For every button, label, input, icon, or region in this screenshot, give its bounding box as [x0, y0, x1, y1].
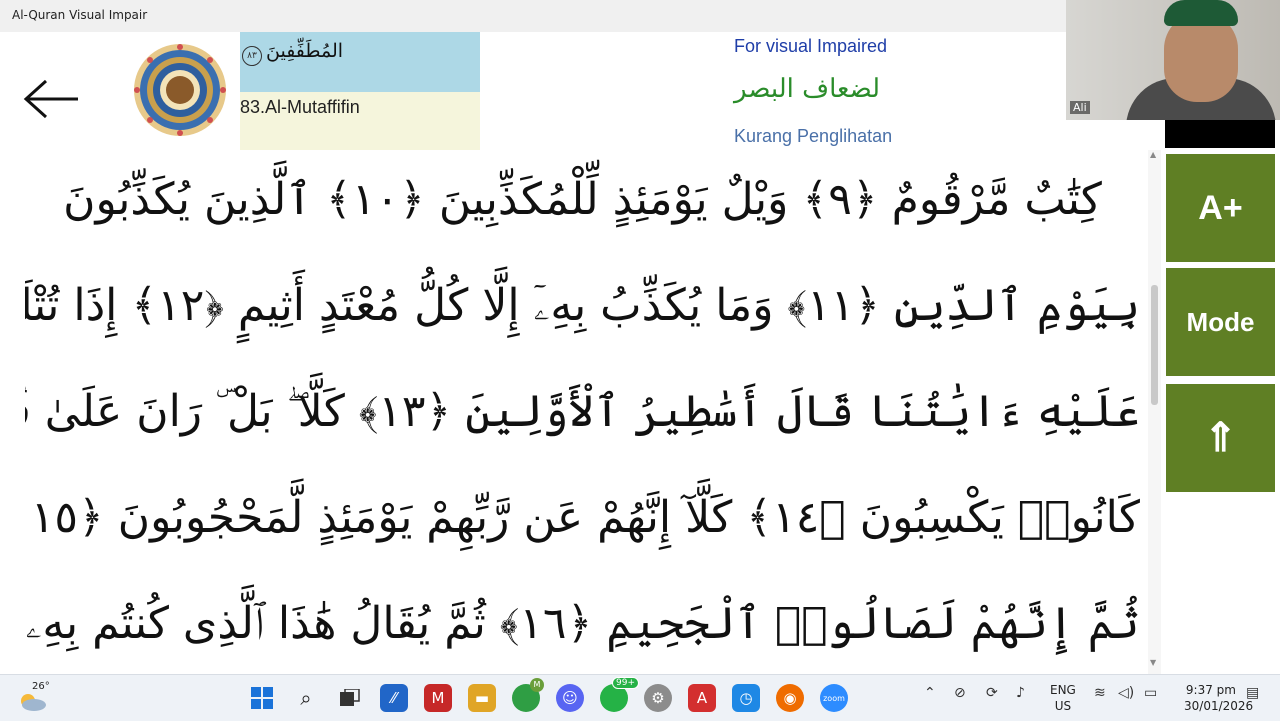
file-explorer-icon[interactable]: ▬: [468, 684, 496, 712]
clock-date: 30/01/2026: [1184, 699, 1254, 713]
quran-text-area[interactable]: كِتَٰبٌ مَّرْقُومٌ ﴿٩﴾ وَيْلٌ يَوْمَئِذٍ…: [20, 150, 1140, 674]
chrome-profile-badge: M: [530, 678, 544, 692]
chevron-up-icon[interactable]: ⌃: [924, 685, 936, 701]
video-call-overlay[interactable]: Ali: [1066, 0, 1280, 120]
acrobat-icon[interactable]: A: [688, 684, 716, 712]
label-indonesian: Kurang Penglihatan: [734, 126, 893, 146]
window-title: Al-Quran Visual Impair: [12, 8, 148, 22]
zoom-icon[interactable]: zoom: [820, 684, 848, 712]
wifi-icon[interactable]: ≋: [1094, 685, 1106, 701]
surah-number-badge: ٨٣: [242, 46, 262, 66]
settings-icon[interactable]: ⚙: [644, 684, 672, 712]
microphone-icon[interactable]: ♪: [1016, 685, 1025, 701]
sync-off-icon[interactable]: ⊘: [954, 685, 966, 701]
participant-name: Ali: [1070, 101, 1090, 114]
mcafee-icon[interactable]: M: [424, 684, 452, 712]
scrollbar-thumb[interactable]: [1151, 285, 1158, 405]
firefox-icon[interactable]: ◉: [776, 684, 804, 712]
notification-icon[interactable]: ▤: [1246, 685, 1259, 701]
quran-line: عَلَيْهِ ءَايَٰتُنَا قَالَ أَسَٰطِيرُ ٱل…: [25, 386, 1140, 437]
participant-cap: [1164, 0, 1238, 26]
vertical-scrollbar[interactable]: ▲ ▼: [1148, 150, 1161, 674]
video-strip: [1165, 120, 1275, 148]
app-icon-clock[interactable]: ◷: [732, 684, 760, 712]
surah-arabic-box: ٨٣ المُطَفِّفِينَ: [240, 32, 480, 92]
weather-widget[interactable]: 26°: [16, 681, 50, 713]
system-clock[interactable]: 9:37 pm 30/01/2026: [1184, 682, 1254, 714]
clock-time: 9:37 pm: [1185, 683, 1236, 697]
surah-name-arabic: المُطَفِّفِينَ: [266, 40, 344, 62]
mode-button[interactable]: Mode: [1166, 268, 1275, 376]
scroll-up-icon[interactable]: ▲: [1150, 150, 1156, 159]
quran-line: ثُمَّ إِنَّهُمْ لَصَالُوا۟ ٱلْجَحِيمِ ﴿١…: [25, 598, 1140, 649]
language-code: ENG: [1050, 683, 1076, 697]
start-button[interactable]: [248, 684, 276, 712]
taskbar: 26° ⌕ ⁄⁄ M ▬ M ☺ 99+ ⚙ A ◷ ◉ zoom ⌃ ⊘ ⟳ …: [0, 674, 1280, 721]
quran-logo: [130, 40, 230, 140]
quran-line: بِيَوْمِ ٱلدِّينِ ﴿١١﴾ وَمَا يُكَذِّبُ ب…: [25, 280, 1140, 331]
keyboard-layout: US: [1054, 699, 1072, 713]
language-indicator[interactable]: ENG US: [1050, 682, 1076, 714]
battery-icon[interactable]: ▭: [1144, 685, 1157, 701]
surah-latin-box: 83.Al-Mutaffifin: [240, 92, 480, 150]
scroll-down-icon[interactable]: ▼: [1150, 658, 1156, 667]
weather-temperature: 26°: [32, 681, 50, 692]
quran-line: كِتَٰبٌ مَّرْقُومٌ ﴿٩﴾ وَيْلٌ يَوْمَئِذٍ…: [63, 174, 1102, 225]
surah-name-latin: 83.Al-Mutaffifin: [240, 97, 360, 117]
discord-icon[interactable]: ☺: [556, 684, 584, 712]
window-titlebar: Al-Quran Visual Impair: [0, 0, 1066, 32]
back-button[interactable]: [22, 74, 82, 124]
volume-icon[interactable]: ◁): [1118, 685, 1134, 701]
app-icon-blue[interactable]: ⁄⁄: [380, 684, 408, 712]
scroll-top-button[interactable]: ⇑: [1166, 384, 1275, 492]
label-english: For visual Impaired: [734, 36, 888, 56]
refresh-icon[interactable]: ⟳: [986, 685, 998, 701]
windows-icon: [251, 687, 273, 709]
label-arabic: لضعاف البصر: [734, 74, 881, 104]
search-icon[interactable]: ⌕: [292, 684, 320, 712]
font-increase-button[interactable]: A+: [1166, 154, 1275, 262]
whatsapp-icon[interactable]: 99+: [600, 677, 639, 712]
arrow-left-icon: [23, 79, 78, 119]
whatsapp-unread-badge: 99+: [612, 677, 639, 689]
chrome-icon[interactable]: M: [512, 678, 544, 712]
task-view-glyph: [340, 689, 360, 706]
task-view-icon[interactable]: [336, 684, 364, 712]
quran-line: كَانُوا۟ يَكْسِبُونَ ﴿١٤﴾ كَلَّآ إِنَّهُ…: [25, 492, 1140, 543]
